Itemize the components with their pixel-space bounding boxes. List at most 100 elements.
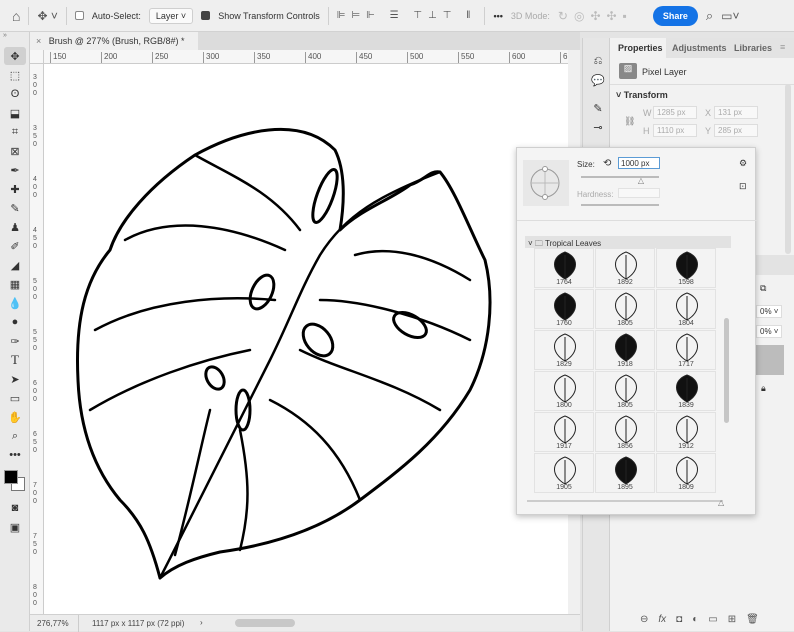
- tab-libraries[interactable]: Libraries: [728, 38, 776, 58]
- history-panel-icon[interactable]: ⎌: [587, 52, 609, 70]
- brush-preset[interactable]: 1918: [595, 330, 655, 370]
- delete-icon[interactable]: 🗑︎: [746, 614, 759, 625]
- new-layer-icon[interactable]: ⊞: [728, 614, 736, 625]
- more-tools-icon[interactable]: •••: [4, 446, 26, 464]
- new-preset-icon[interactable]: ⊡: [739, 181, 747, 192]
- marquee-tool[interactable]: ⬚: [4, 66, 26, 84]
- document-tab[interactable]: × Brush @ 277% (Brush, RGB/8#) *: [30, 32, 198, 50]
- tab-properties[interactable]: Properties: [612, 38, 669, 58]
- brush-preset[interactable]: 1829: [534, 330, 594, 370]
- group-icon[interactable]: ▭: [708, 614, 717, 625]
- share-button[interactable]: Share: [652, 5, 698, 26]
- path-select-tool[interactable]: ➤: [4, 370, 26, 388]
- close-tab-icon[interactable]: ×: [36, 36, 41, 46]
- fx-icon[interactable]: fx: [658, 614, 666, 625]
- lasso-tool[interactable]: ʘ: [4, 85, 26, 103]
- reset-size-icon[interactable]: ⟲: [603, 158, 611, 169]
- lock-icon[interactable]: 🔒︎: [761, 383, 766, 394]
- vertical-ruler[interactable]: 300 350 400 450 500 550 600 650 700 750 800: [30, 64, 44, 614]
- brush-preset[interactable]: 1809: [656, 453, 716, 493]
- brush-preset[interactable]: 1804: [656, 289, 716, 329]
- brush-preset[interactable]: 1800: [534, 371, 594, 411]
- status-menu-arrow[interactable]: ›: [200, 618, 203, 627]
- brush-preset[interactable]: 1760: [534, 289, 594, 329]
- brush-preset[interactable]: 1905: [534, 453, 594, 493]
- screen-mode-icon[interactable]: ▣: [4, 518, 26, 536]
- brush-preset[interactable]: 1895: [595, 453, 655, 493]
- brush-tip-preview[interactable]: [523, 160, 569, 206]
- y-field[interactable]: 285 px: [714, 124, 758, 137]
- properties-scrollbar[interactable]: [785, 84, 791, 254]
- brush-preset[interactable]: 1764: [534, 248, 594, 288]
- lock-artboard-icon[interactable]: ⧉: [760, 283, 766, 294]
- brush-preset[interactable]: 1805: [595, 289, 655, 329]
- eyedropper-tool[interactable]: ✒: [4, 161, 26, 179]
- healing-tool[interactable]: ✚: [4, 180, 26, 198]
- settings-gear-icon[interactable]: ⚙: [739, 158, 747, 169]
- hand-tool[interactable]: ✋: [4, 408, 26, 426]
- adjustment-layer-icon[interactable]: ◐: [692, 614, 698, 625]
- auto-select-checkbox[interactable]: [74, 11, 84, 20]
- horizontal-ruler[interactable]: 150 200 250 300 350 400 450 500 550 600 6: [44, 50, 568, 64]
- size-slider-thumb[interactable]: △: [638, 176, 644, 185]
- link-icon[interactable]: ⛓: [624, 116, 635, 127]
- fill-field[interactable]: 0% ˅: [756, 325, 783, 338]
- brush-preset[interactable]: 1805: [595, 371, 655, 411]
- brush-list-scrollbar[interactable]: [724, 318, 729, 423]
- brush-settings-icon[interactable]: ✎: [587, 99, 609, 117]
- transform-section-header[interactable]: ˅ Transform: [616, 90, 668, 100]
- zoom-tool[interactable]: ⌕: [4, 427, 26, 445]
- horizontal-scrollbar[interactable]: [235, 619, 295, 627]
- brush-preset[interactable]: 1917: [534, 412, 594, 452]
- canvas[interactable]: [44, 64, 568, 614]
- folder-tropical-leaves[interactable]: ˅ 🗀 Tropical Leaves: [525, 236, 731, 248]
- link-layers-icon[interactable]: ⊖: [640, 614, 648, 625]
- home-icon[interactable]: ⌂: [12, 8, 20, 24]
- gradient-tool[interactable]: ▦: [4, 275, 26, 293]
- ruler-origin[interactable]: [30, 50, 44, 64]
- height-field[interactable]: 1110 px: [653, 124, 697, 137]
- foreground-color[interactable]: [4, 470, 18, 484]
- size-slider[interactable]: [581, 176, 659, 178]
- show-transform-checkbox[interactable]: [201, 11, 211, 20]
- thumbnail-size-slider[interactable]: [527, 500, 723, 502]
- stamp-tool[interactable]: ♟: [4, 218, 26, 236]
- search-icon[interactable]: ⌕: [706, 8, 713, 24]
- shape-tool[interactable]: ▭: [4, 389, 26, 407]
- align-icons[interactable]: ⊫⊨⊩ ☰ ⊤⊥⊤ ‖: [337, 10, 477, 21]
- zoom-level[interactable]: 276,77%: [37, 619, 69, 628]
- 3d-tool-icons[interactable]: ↻◎✣✣▪: [558, 9, 633, 23]
- quick-mask-icon[interactable]: ◙: [4, 499, 26, 517]
- panel-menu-icon[interactable]: ≡: [776, 38, 794, 58]
- color-swatches[interactable]: [0, 468, 29, 498]
- blur-tool[interactable]: 💧: [4, 294, 26, 312]
- brush-preset[interactable]: 1912: [656, 412, 716, 452]
- workspace-icon[interactable]: ▭˅: [721, 9, 739, 23]
- brushes-panel-icon[interactable]: ⊸: [587, 118, 609, 136]
- mask-icon[interactable]: ◘: [676, 614, 682, 625]
- frame-tool[interactable]: ⊠: [4, 142, 26, 160]
- comments-panel-icon[interactable]: 💬: [587, 71, 609, 89]
- crop-tool[interactable]: ⌗: [4, 123, 26, 141]
- brush-preset[interactable]: 1717: [656, 330, 716, 370]
- hardness-input[interactable]: [618, 188, 660, 198]
- brush-preset[interactable]: 1598: [656, 248, 716, 288]
- more-options-button[interactable]: •••: [493, 11, 502, 21]
- width-field[interactable]: 1285 px: [653, 106, 697, 119]
- history-brush-tool[interactable]: ✐: [4, 237, 26, 255]
- x-field[interactable]: 131 px: [714, 106, 758, 119]
- hardness-slider[interactable]: [581, 204, 659, 206]
- opacity-field[interactable]: 0% ˅: [756, 305, 783, 318]
- brush-preset[interactable]: 1839: [656, 371, 716, 411]
- object-select-tool[interactable]: ⬓: [4, 104, 26, 122]
- move-tool[interactable]: ✥: [4, 47, 26, 65]
- selected-layer-row[interactable]: [756, 345, 784, 375]
- brush-preset[interactable]: 1892: [595, 248, 655, 288]
- pen-tool[interactable]: ✑: [4, 332, 26, 350]
- auto-select-dropdown[interactable]: Layer ˅: [148, 7, 194, 24]
- brush-tool[interactable]: ✎: [4, 199, 26, 217]
- move-tool-icon[interactable]: ✥ ˅: [37, 9, 57, 23]
- type-tool[interactable]: T: [4, 351, 26, 369]
- size-input[interactable]: 1000 px: [618, 157, 660, 169]
- collapse-icon[interactable]: »: [0, 32, 29, 46]
